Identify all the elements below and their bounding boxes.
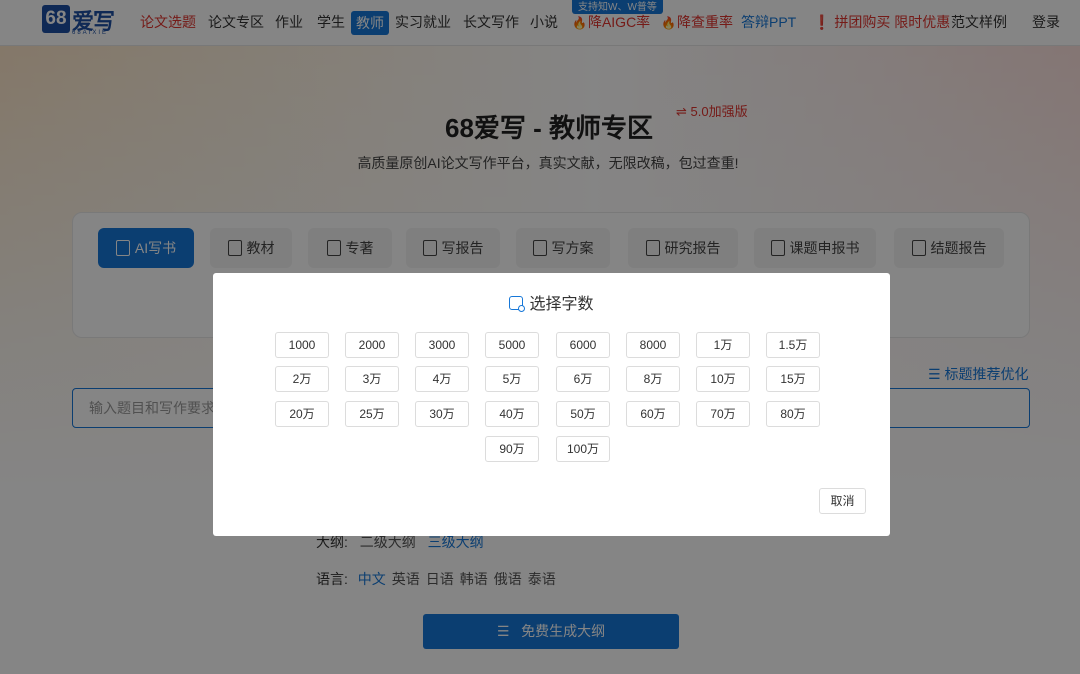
word-count-option[interactable]: 40万 bbox=[485, 401, 539, 427]
word-count-option[interactable]: 50万 bbox=[556, 401, 610, 427]
word-count-option[interactable]: 25万 bbox=[345, 401, 399, 427]
word-count-option[interactable]: 8000 bbox=[626, 332, 680, 358]
word-count-option[interactable]: 5万 bbox=[485, 366, 539, 392]
word-count-option[interactable]: 90万 bbox=[485, 436, 539, 462]
word-count-option[interactable]: 2万 bbox=[275, 366, 329, 392]
word-count-option[interactable]: 80万 bbox=[766, 401, 820, 427]
word-count-option[interactable]: 6000 bbox=[556, 332, 610, 358]
word-count-option[interactable]: 70万 bbox=[696, 401, 750, 427]
word-count-option[interactable]: 3万 bbox=[345, 366, 399, 392]
word-count-option[interactable]: 6万 bbox=[556, 366, 610, 392]
word-count-option[interactable]: 1万 bbox=[696, 332, 750, 358]
word-count-dialog: 选择字数 1000 2000 3000 5000 6000 8000 1万 1.5万 2万 3万 4… bbox=[213, 273, 890, 536]
word-count-option[interactable]: 60万 bbox=[626, 401, 680, 427]
word-count-option[interactable]: 30万 bbox=[415, 401, 469, 427]
word-count-options: 1000 2000 3000 5000 6000 8000 1万 1.5万 2万 3万 4万 5万 6万… bbox=[213, 273, 890, 536]
word-count-option[interactable]: 5000 bbox=[485, 332, 539, 358]
word-count-option[interactable]: 3000 bbox=[415, 332, 469, 358]
word-count-option[interactable]: 4万 bbox=[415, 366, 469, 392]
word-count-option[interactable]: 100万 bbox=[556, 436, 610, 462]
word-count-option[interactable]: 10万 bbox=[696, 366, 750, 392]
cancel-button[interactable]: 取消 bbox=[819, 488, 866, 514]
word-count-option[interactable]: 2000 bbox=[345, 332, 399, 358]
word-count-option[interactable]: 20万 bbox=[275, 401, 329, 427]
word-count-option[interactable]: 8万 bbox=[626, 366, 680, 392]
word-count-option[interactable]: 1000 bbox=[275, 332, 329, 358]
word-count-option[interactable]: 1.5万 bbox=[766, 332, 820, 358]
word-count-option[interactable]: 15万 bbox=[766, 366, 820, 392]
